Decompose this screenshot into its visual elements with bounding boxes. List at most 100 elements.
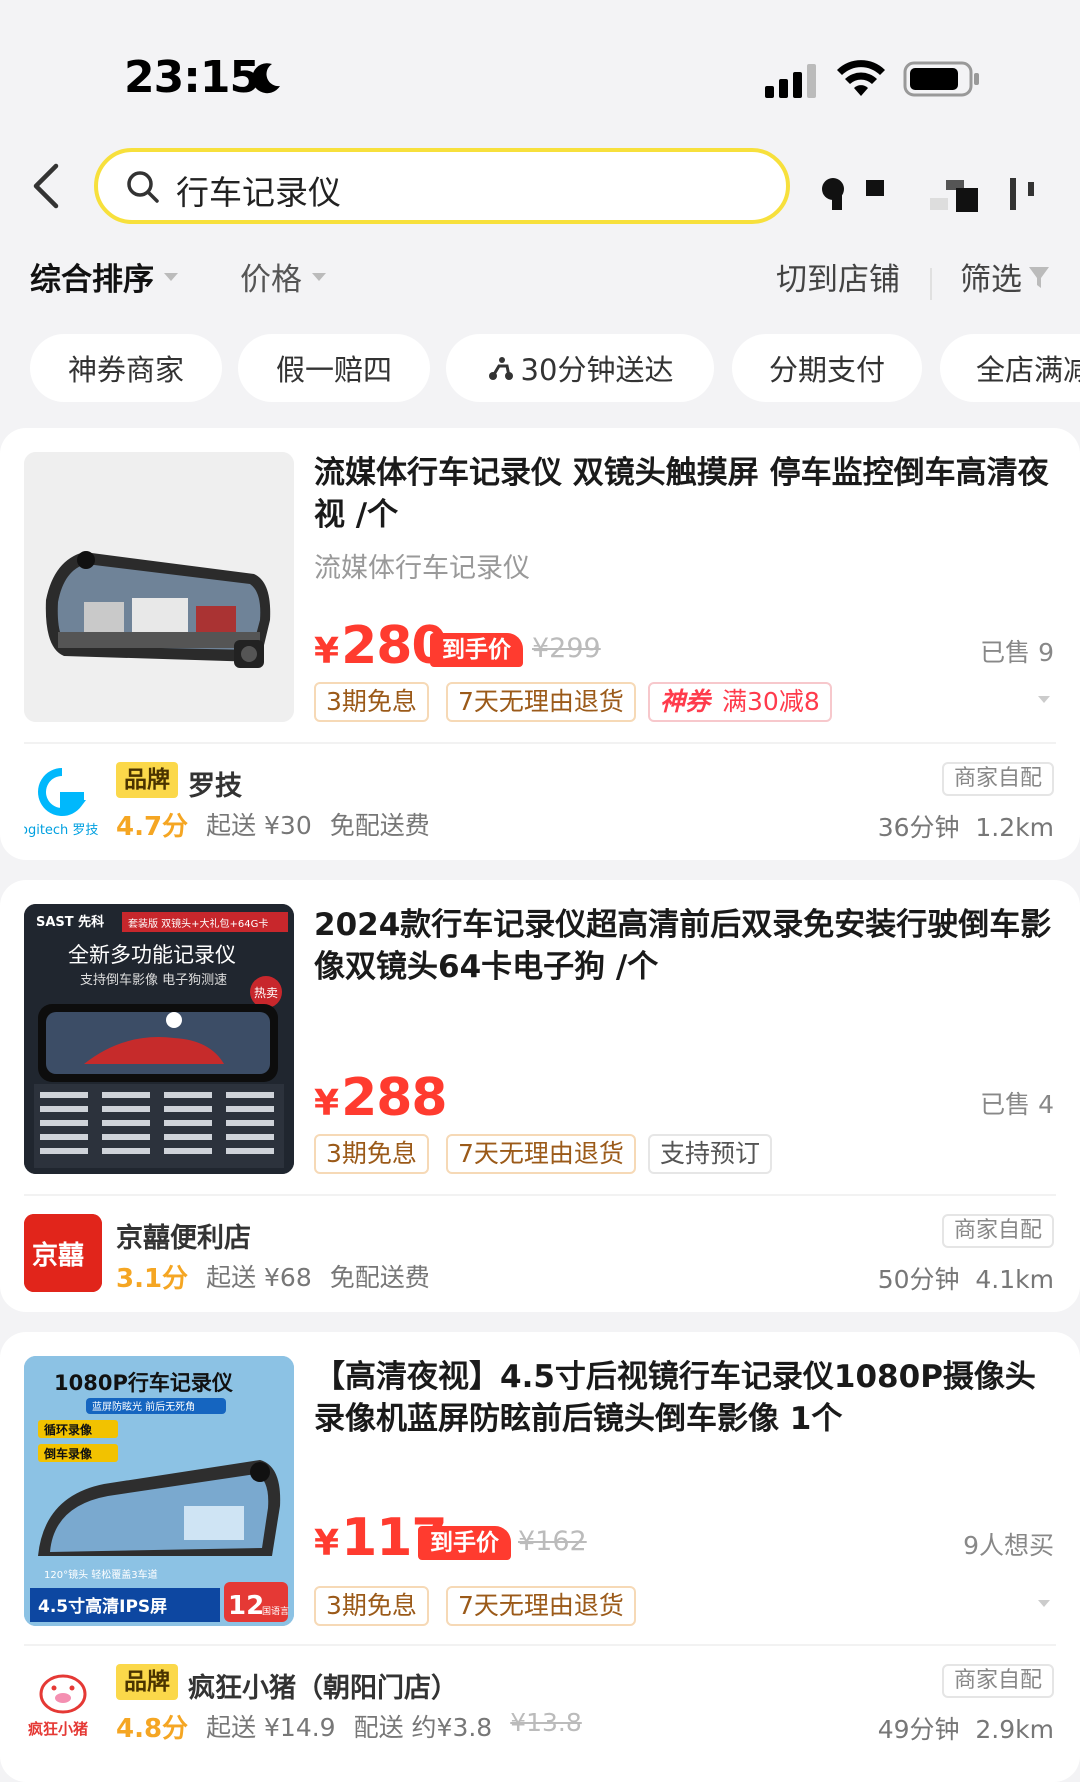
brand-label: 品牌: [116, 762, 178, 798]
filter-button[interactable]: 筛选: [960, 254, 1050, 299]
delivery-fee: 配送 约¥3.8: [353, 1713, 493, 1742]
sold-count: 已售 9: [980, 638, 1054, 667]
store-score: 4.7分: [116, 812, 189, 842]
svg-text:套装版 双镜头+大礼包+64G卡: 套装版 双镜头+大礼包+64G卡: [128, 917, 268, 930]
chevron-down-icon[interactable]: [1038, 1600, 1050, 1607]
tag-return: 7天无理由退货: [446, 682, 636, 722]
divider: [24, 1644, 1056, 1646]
funnel-icon: [1029, 266, 1049, 288]
min-order: 起送 ¥14.9: [206, 1713, 336, 1742]
sort-bar: 综合排序 价格 切到店铺 筛选: [0, 254, 1080, 314]
tag-installment: 3期免息: [314, 1134, 429, 1174]
chip-coupon-merchant[interactable]: 神券商家: [30, 334, 222, 402]
tag-return: 7天无理由退货: [446, 1586, 636, 1626]
delivery-badge: 商家自配: [941, 1214, 1054, 1248]
final-price-tag: 到手价: [418, 1526, 511, 1560]
scooter-icon: [488, 357, 513, 380]
chip-30min-delivery[interactable]: 30分钟送达: [446, 334, 714, 402]
status-bar: 23:15: [0, 0, 1080, 150]
svg-text:1080P行车记录仪: 1080P行车记录仪: [54, 1371, 234, 1395]
product-title[interactable]: 流媒体行车记录仪 双镜头触摸屏 停车监控倒车高清夜视 /个: [314, 452, 1054, 536]
svg-text:全新多功能记录仪: 全新多功能记录仪: [68, 943, 236, 967]
svg-text:120°镜头 轻松覆盖3车道: 120°镜头 轻松覆盖3车道: [44, 1568, 158, 1581]
product-title[interactable]: 2024款行车记录仪超高清前后双录免安装行驶倒车影像双镜头64卡电子狗 /个: [314, 904, 1054, 988]
tag-installment: 3期免息: [314, 1586, 429, 1626]
product-price: ¥288: [314, 1068, 448, 1128]
final-price-tag: 到手价: [430, 633, 523, 667]
store-score: 3.1分: [116, 1264, 189, 1294]
svg-text:倒车录像: 倒车录像: [43, 1446, 93, 1461]
search-input[interactable]: 行车记录仪: [94, 148, 790, 224]
store-score: 4.8分: [116, 1714, 189, 1744]
svg-text:12: 12: [228, 1591, 264, 1621]
product-card[interactable]: SAST 先科 套装版 双镜头+大礼包+64G卡 全新多功能记录仪 支持倒车影像…: [0, 880, 1080, 1312]
coupon-tag[interactable]: 神券 满30减8: [648, 682, 832, 722]
wifi-icon: [837, 60, 885, 96]
svg-text:循环录像: 循环录像: [44, 1422, 93, 1437]
search-icon: [127, 171, 159, 203]
want-count: 9人想买: [963, 1531, 1054, 1560]
back-button[interactable]: [26, 160, 66, 212]
delivery-fee-original: ¥13.8: [510, 1708, 582, 1737]
min-order: 起送 ¥68: [206, 1263, 312, 1292]
store-logo[interactable]: 疯狂小猪: [24, 1664, 102, 1742]
dashcam-ips-image: 1080P行车记录仪 蓝屏防眩光 前后无死角 循环录像 倒车录像 120°镜头 …: [24, 1356, 294, 1626]
delivery-badge: 商家自配: [941, 762, 1054, 796]
pixelated-header-icons[interactable]: [818, 168, 1058, 218]
divider: [24, 1194, 1056, 1196]
sort-comprehensive[interactable]: 综合排序: [30, 254, 178, 299]
chevron-down-icon: [164, 272, 178, 281]
store-name[interactable]: 罗技: [188, 764, 242, 803]
svg-text:国语言: 国语言: [262, 1605, 289, 1617]
switch-to-store-button[interactable]: 切到店铺: [776, 254, 900, 299]
store-meta: 3.1分 起送 ¥68 免配送费: [116, 1258, 430, 1295]
logitech-logo: ogitech 罗技: [24, 762, 102, 840]
chip-store-discount[interactable]: 全店满减: [940, 334, 1080, 402]
chip-fake-pay-four[interactable]: 假一赔四: [238, 334, 430, 402]
filter-chips: 神券商家 假一赔四 30分钟送达 分期支付 全店满减: [0, 334, 1080, 402]
product-image[interactable]: 1080P行车记录仪 蓝屏防眩光 前后无死角 循环录像 倒车录像 120°镜头 …: [24, 1356, 294, 1626]
product-card[interactable]: 1080P行车记录仪 蓝屏防眩光 前后无死角 循环录像 倒车录像 120°镜头 …: [0, 1332, 1080, 1782]
jingxi-logo: 京囍: [24, 1214, 102, 1292]
product-subtitle: 流媒体行车记录仪: [314, 553, 530, 584]
store-logo[interactable]: ogitech 罗技: [24, 762, 102, 840]
moon-icon: [252, 63, 280, 94]
chevron-down-icon[interactable]: [1038, 696, 1050, 703]
dashcam-mirror-image: [24, 452, 294, 722]
svg-text:疯狂小猪: 疯狂小猪: [28, 1720, 88, 1738]
original-price: ¥299: [532, 633, 601, 664]
product-price: ¥280: [314, 616, 448, 676]
divider: [930, 268, 932, 300]
delivery-fee: 免配送费: [329, 1263, 430, 1292]
svg-text:4.5寸高清IPS屏: 4.5寸高清IPS屏: [38, 1596, 167, 1617]
chip-installment[interactable]: 分期支付: [732, 334, 922, 402]
brand-label: 品牌: [116, 1664, 178, 1700]
svg-text:京囍: 京囍: [32, 1240, 84, 1271]
store-logo[interactable]: 京囍: [24, 1214, 102, 1292]
divider: [24, 742, 1056, 744]
svg-text:SAST 先科: SAST 先科: [36, 914, 104, 930]
status-time: 23:15: [124, 52, 260, 103]
tag-return: 7天无理由退货: [446, 1134, 636, 1174]
product-image[interactable]: [24, 452, 294, 722]
delivery-eta: 49分钟 2.9km: [877, 1715, 1054, 1744]
tag-installment: 3期免息: [314, 682, 429, 722]
store-meta: 4.8分 起送 ¥14.9 配送 约¥3.8 ¥13.8: [116, 1708, 582, 1745]
sort-price[interactable]: 价格: [240, 254, 326, 299]
store-name[interactable]: 京囍便利店: [116, 1216, 251, 1255]
product-image[interactable]: SAST 先科 套装版 双镜头+大礼包+64G卡 全新多功能记录仪 支持倒车影像…: [24, 904, 294, 1174]
delivery-eta: 36分钟 1.2km: [877, 813, 1054, 842]
tag-preorder: 支持预订: [648, 1134, 773, 1174]
store-meta: 4.7分 起送 ¥30 免配送费: [116, 806, 430, 843]
sold-count: 已售 4: [980, 1090, 1054, 1119]
svg-text:蓝屏防眩光 前后无死角: 蓝屏防眩光 前后无死角: [92, 1400, 195, 1413]
delivery-eta: 50分钟 4.1km: [877, 1265, 1054, 1294]
svg-text:支持倒车影像 电子狗测速: 支持倒车影像 电子狗测速: [80, 972, 227, 988]
delivery-fee: 免配送费: [329, 811, 430, 840]
min-order: 起送 ¥30: [206, 811, 312, 840]
product-title[interactable]: 【高清夜视】4.5寸后视镜行车记录仪1080P摄像头录像机蓝屏防眩前后镜头倒车影…: [314, 1356, 1054, 1440]
product-card[interactable]: 流媒体行车记录仪 双镜头触摸屏 停车监控倒车高清夜视 /个 流媒体行车记录仪 ¥…: [0, 428, 1080, 860]
svg-text:ogitech 罗技: ogitech 罗技: [24, 823, 98, 838]
store-name[interactable]: 疯狂小猪（朝阳门店）: [188, 1666, 458, 1705]
delivery-badge: 商家自配: [941, 1664, 1054, 1698]
